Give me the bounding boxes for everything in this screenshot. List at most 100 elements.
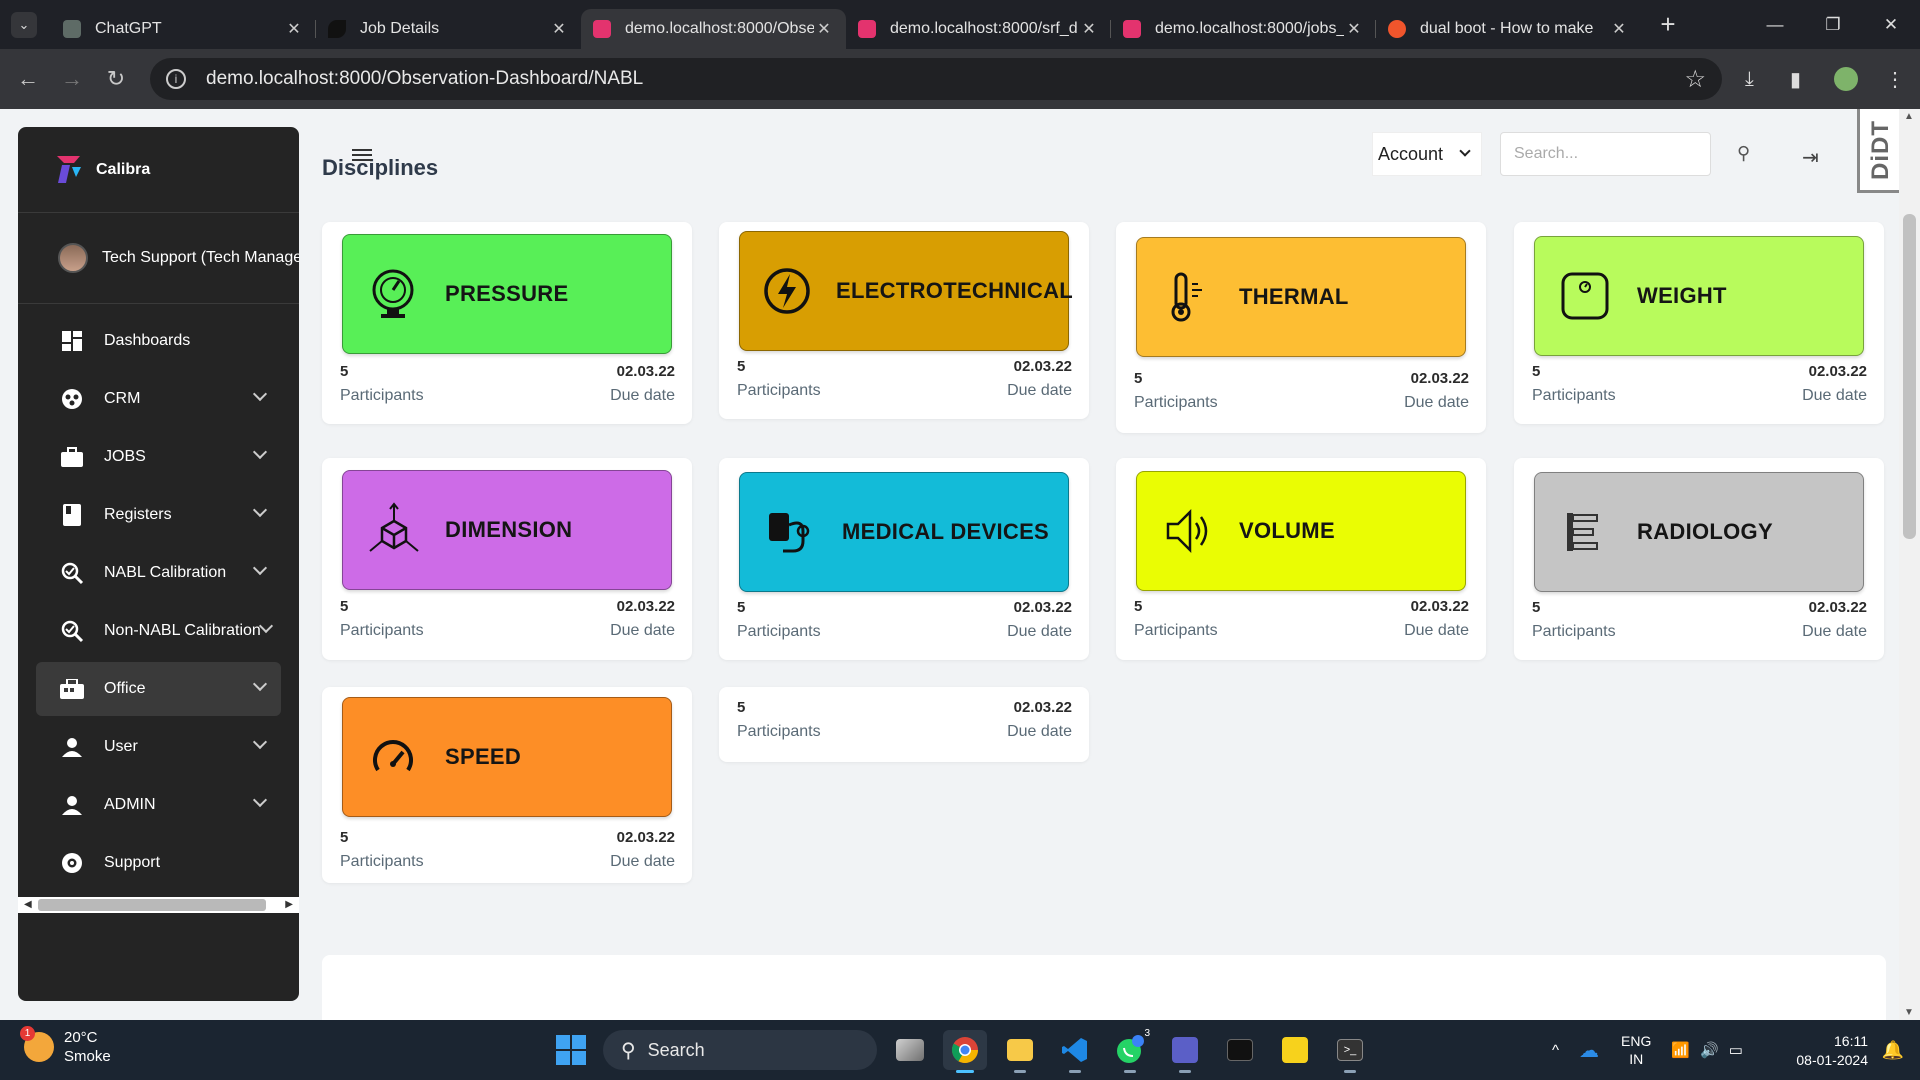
scroll-left-icon[interactable]: ◀: [24, 899, 32, 910]
sidebar-item-admin[interactable]: ADMIN: [36, 778, 281, 832]
discipline-card-thermal[interactable]: THERMAL 5 02.03.22 Participants Due date: [1116, 222, 1486, 433]
discipline-card-electrotechnical[interactable]: ELECTROTECHNICAL 5 02.03.22 Participants…: [719, 222, 1089, 419]
discipline-card-medical-devices[interactable]: MEDICAL DEVICES 5 02.03.22 Participants …: [719, 458, 1089, 660]
terminal-icon[interactable]: [1218, 1030, 1262, 1070]
sidebar-item-user[interactable]: User: [36, 720, 281, 774]
tab-search-button[interactable]: ⌄: [11, 11, 37, 38]
user-profile[interactable]: Tech Support (Tech Manager): [18, 213, 299, 303]
sidebar-item-nabl-calibration[interactable]: NABL Calibration: [36, 546, 281, 600]
browser-tab[interactable]: dual boot - How to make ✕: [1376, 9, 1641, 49]
bookmark-star-icon[interactable]: ☆: [1684, 65, 1706, 94]
discipline-tile[interactable]: WEIGHT: [1534, 236, 1864, 356]
clock[interactable]: 16:11 08-01-2024: [1796, 1032, 1868, 1070]
scrollbar-thumb[interactable]: [1903, 214, 1916, 539]
reload-icon[interactable]: ↻: [94, 66, 138, 92]
discipline-card-weight[interactable]: WEIGHT 5 02.03.22 Participants Due date: [1514, 222, 1884, 424]
close-tab-icon[interactable]: ✕: [814, 19, 834, 39]
scroll-right-icon[interactable]: ▶: [285, 899, 293, 910]
language-indicator[interactable]: ENG IN: [1621, 1032, 1651, 1068]
windows-start-icon[interactable]: [556, 1035, 586, 1065]
search-icon[interactable]: ⚲: [1737, 143, 1750, 164]
scroll-down-icon[interactable]: ▼: [1904, 1007, 1914, 1018]
discipline-card-pressure[interactable]: PRESSURE 5 02.03.22 Participants Due dat…: [322, 222, 692, 424]
browser-menu-icon[interactable]: ⋮: [1885, 49, 1905, 109]
sidebar-item-jobs[interactable]: JOBS: [36, 430, 281, 484]
page-vertical-scrollbar[interactable]: ▲ ▼: [1899, 109, 1920, 1020]
forward-arrow-icon[interactable]: →: [50, 66, 94, 92]
discipline-tile[interactable]: PRESSURE: [342, 234, 672, 354]
close-tab-icon[interactable]: ✕: [1079, 19, 1099, 39]
battery-icon[interactable]: ▭: [1729, 1041, 1743, 1059]
discipline-card-empty[interactable]: 5 02.03.22 Participants Due date: [719, 687, 1089, 762]
close-tab-icon[interactable]: ✕: [549, 19, 569, 39]
sidebar-item-registers[interactable]: Registers: [36, 488, 281, 542]
browser-tab[interactable]: demo.localhost:8000/jobs_ ✕: [1111, 9, 1376, 49]
logout-icon[interactable]: ⇥: [1802, 145, 1819, 170]
taskbar-search[interactable]: ⚲ Search: [603, 1030, 877, 1070]
didt-badge[interactable]: DiDT: [1857, 109, 1905, 193]
close-tab-icon[interactable]: ✕: [1344, 19, 1364, 39]
discipline-tile[interactable]: DIMENSION: [342, 470, 672, 590]
close-tab-icon[interactable]: ✕: [1609, 19, 1629, 39]
participants-count: 5: [737, 599, 746, 616]
wifi-icon[interactable]: 📶: [1671, 1041, 1690, 1059]
scrollbar-thumb[interactable]: [38, 899, 266, 911]
discipline-tile[interactable]: ELECTROTECHNICAL: [739, 231, 1073, 351]
sidebar-item-non-nabl-calibration[interactable]: Non-NABL Calibration: [36, 604, 281, 658]
vscode-icon[interactable]: [1053, 1030, 1097, 1073]
site-info-icon[interactable]: i: [166, 69, 186, 89]
discipline-card-volume[interactable]: VOLUME 5 02.03.22 Participants Due date: [1116, 458, 1486, 660]
discipline-tile[interactable]: RADIOLOGY: [1534, 472, 1864, 592]
sidebar-item-crm[interactable]: CRM: [36, 372, 281, 426]
participants-count: 5: [1134, 370, 1143, 387]
weather-widget[interactable]: 1 20°C Smoke: [20, 1026, 111, 1066]
volume-icon[interactable]: 🔊: [1700, 1041, 1719, 1059]
speedometer-icon: [365, 729, 421, 785]
scroll-up-icon[interactable]: ▲: [1904, 111, 1914, 122]
taskbar-search-label: Search: [647, 1039, 705, 1060]
minimize-icon[interactable]: —: [1746, 15, 1804, 35]
weather-temperature: 20°C: [64, 1029, 98, 1046]
sticky-notes-icon[interactable]: [1273, 1030, 1317, 1070]
discipline-name: THERMAL: [1239, 284, 1349, 309]
whatsapp-icon[interactable]: 3: [1108, 1028, 1152, 1073]
discipline-tile[interactable]: MEDICAL DEVICES: [739, 472, 1069, 592]
command-prompt-icon[interactable]: >_: [1328, 1030, 1372, 1073]
sidebar-item-support[interactable]: Support: [36, 836, 281, 890]
sidebar-item-office[interactable]: Office: [36, 662, 281, 716]
profile-avatar[interactable]: [1834, 49, 1858, 109]
hamburger-menu-icon[interactable]: [352, 149, 372, 161]
restore-icon[interactable]: ❐: [1804, 15, 1862, 35]
task-view-icon[interactable]: [888, 1030, 932, 1070]
browser-tab[interactable]: Job Details ✕: [316, 9, 581, 49]
discipline-card-dimension[interactable]: DIMENSION 5 02.03.22 Participants Due da…: [322, 458, 692, 660]
chrome-icon[interactable]: [943, 1030, 987, 1073]
discipline-tile[interactable]: THERMAL: [1136, 237, 1466, 357]
discipline-tile[interactable]: SPEED: [342, 697, 672, 817]
discipline-tile[interactable]: VOLUME: [1136, 471, 1466, 591]
discipline-card-radiology[interactable]: RADIOLOGY 5 02.03.22 Participants Due da…: [1514, 458, 1884, 660]
url-text[interactable]: demo.localhost:8000/Observation-Dashboar…: [206, 68, 643, 90]
close-window-icon[interactable]: ✕: [1862, 15, 1920, 35]
close-tab-icon[interactable]: ✕: [284, 19, 304, 39]
brand[interactable]: Calibra: [18, 127, 299, 212]
download-icon[interactable]: ⤓: [1745, 49, 1754, 109]
back-arrow-icon[interactable]: ←: [6, 66, 50, 92]
weather-sun-icon: 1: [20, 1026, 54, 1062]
browser-tab[interactable]: demo.localhost:8000/srf_d ✕: [846, 9, 1111, 49]
sidebar-item-dashboards[interactable]: Dashboards: [36, 314, 281, 368]
side-panel-icon[interactable]: ▮: [1790, 49, 1801, 109]
search-input[interactable]: Search...: [1500, 132, 1711, 176]
new-tab-button[interactable]: +: [1653, 9, 1683, 40]
chevron-up-icon[interactable]: ^: [1552, 1042, 1559, 1059]
discipline-card-speed[interactable]: SPEED 5 02.03.22 Participants Due date: [322, 687, 692, 883]
browser-tab-active[interactable]: demo.localhost:8000/Obse ✕: [581, 9, 846, 49]
browser-tab[interactable]: ChatGPT ✕: [51, 9, 316, 49]
teams-icon[interactable]: [1163, 1030, 1207, 1073]
address-bar[interactable]: i demo.localhost:8000/Observation-Dashbo…: [150, 58, 1722, 100]
account-select[interactable]: Account: [1372, 132, 1482, 176]
file-explorer-icon[interactable]: [998, 1030, 1042, 1073]
notification-bell-icon[interactable]: 🔔: [1882, 1040, 1904, 1061]
sidebar-horizontal-scrollbar[interactable]: ◀ ▶: [18, 897, 299, 913]
onedrive-icon[interactable]: ☁: [1579, 1038, 1599, 1063]
